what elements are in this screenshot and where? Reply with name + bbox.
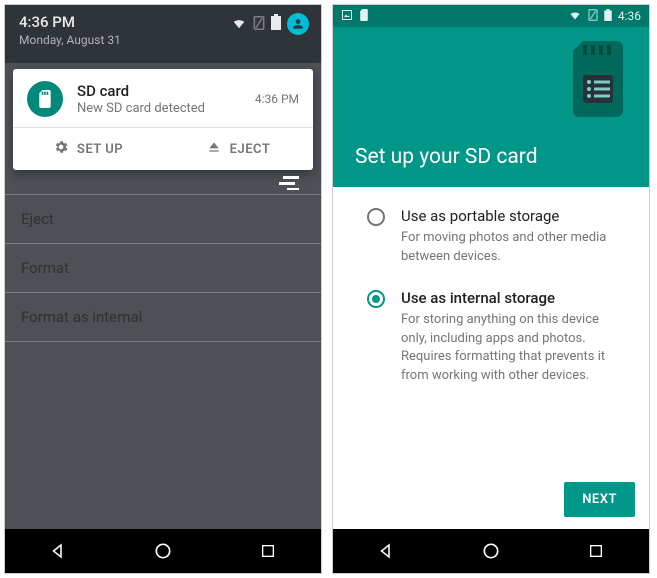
nav-recent-button[interactable] [578, 533, 614, 569]
radio-checked-icon [367, 290, 385, 308]
nav-home-button[interactable] [145, 533, 181, 569]
option-portable-storage[interactable]: Use as portable storage For moving photo… [367, 207, 627, 267]
option-title: Use as internal storage [401, 289, 621, 307]
eject-icon [206, 139, 222, 159]
gear-icon [53, 139, 69, 159]
nav-recent-button[interactable] [250, 533, 286, 569]
phone-left: 4:36 PM Monday, August 31 [4, 4, 322, 574]
storage-menu: Eject Format Format as internal [5, 194, 321, 342]
sd-card-illustration [569, 41, 631, 123]
phone-right: 4:36 Set up your SD card [332, 4, 650, 574]
notification-card[interactable]: SD card New SD card detected 4:36 PM SET… [13, 69, 313, 170]
nav-back-button[interactable] [40, 533, 76, 569]
nav-bar [333, 529, 649, 573]
nav-home-button[interactable] [473, 533, 509, 569]
eject-button[interactable]: EJECT [163, 128, 313, 170]
screenshot-icon [341, 9, 353, 24]
option-desc: For storing anything on this device only… [401, 311, 621, 386]
battery-icon [604, 9, 612, 24]
status-time: 4:36 PM [19, 13, 121, 31]
notification-subtitle: New SD card detected [77, 101, 255, 116]
notification-title: SD card [77, 82, 255, 100]
sim-icon [588, 9, 598, 24]
sd-status-icon [359, 9, 369, 24]
options-list: Use as portable storage For moving photo… [333, 187, 649, 482]
status-bar: 4:36 [333, 5, 649, 27]
status-bar: 4:36 PM Monday, August 31 [5, 5, 321, 63]
page-title: Set up your SD card [355, 145, 627, 169]
user-avatar-icon[interactable] [287, 13, 309, 35]
status-date: Monday, August 31 [19, 33, 121, 47]
sd-card-icon [27, 81, 63, 117]
nav-bar [5, 529, 321, 573]
status-time: 4:36 [618, 9, 641, 23]
next-button[interactable]: NEXT [564, 482, 635, 517]
setup-label: SET UP [77, 142, 123, 157]
option-title: Use as portable storage [401, 207, 621, 225]
setup-header: Set up your SD card [333, 27, 649, 187]
menu-item-eject[interactable]: Eject [5, 195, 321, 244]
nav-back-button[interactable] [368, 533, 404, 569]
eject-label: EJECT [230, 142, 271, 157]
battery-icon [271, 14, 281, 34]
panel-toggle-icon[interactable] [13, 170, 313, 194]
radio-unchecked-icon [367, 208, 385, 226]
setup-button[interactable]: SET UP [13, 128, 163, 170]
menu-item-format-internal[interactable]: Format as internal [5, 293, 321, 342]
sim-icon [253, 15, 265, 34]
notification-time: 4:36 PM [255, 92, 299, 106]
menu-item-format[interactable]: Format [5, 244, 321, 293]
wifi-icon [568, 9, 582, 24]
option-internal-storage[interactable]: Use as internal storage For storing anyt… [367, 289, 627, 386]
wifi-icon [231, 15, 247, 34]
option-desc: For moving photos and other media betwee… [401, 229, 621, 267]
